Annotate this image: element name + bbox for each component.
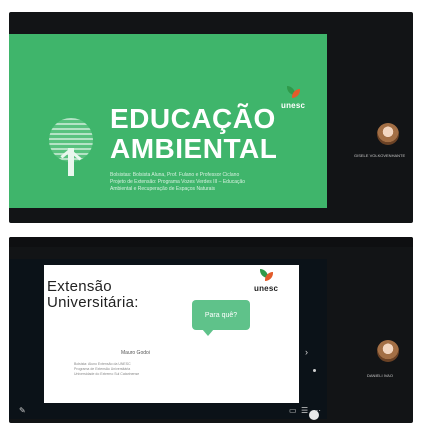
slide-subtitle: Bolsistas: Bolsista Aluna, Prof. Fulano … xyxy=(110,172,310,193)
participant-name: GISELE VOLKOVENHANTE xyxy=(354,153,406,158)
slide-title-line2: Universitária: xyxy=(47,294,139,311)
meeting-screenshot-top: EDUCAÇÃO AMBIENTAL Bolsistas: Bolsista A… xyxy=(9,12,413,223)
more-dot-icon[interactable] xyxy=(313,369,316,372)
participant-avatar[interactable] xyxy=(377,340,399,362)
participant-avatar[interactable] xyxy=(377,123,399,145)
pointer-icon[interactable]: ✎ xyxy=(19,406,26,415)
presenter-name: Mauro Godoi xyxy=(121,350,150,356)
subtitle-line: Bolsistas: Bolsista Aluna, Prof. Fulano … xyxy=(110,172,240,178)
captions-icon[interactable]: ☰ xyxy=(301,406,308,415)
unesc-logo: unesc xyxy=(254,269,278,293)
chevron-right-icon[interactable]: › xyxy=(305,347,308,357)
shared-slide-educacao-ambiental: EDUCAÇÃO AMBIENTAL Bolsistas: Bolsista A… xyxy=(9,34,327,208)
subtitle-line: Ambiental e Recuperação de Espaços Natur… xyxy=(110,186,216,192)
slide-title-line1: EDUCAÇÃO xyxy=(110,103,276,134)
slide-title: Extensão Universitária: xyxy=(47,279,139,311)
logo-text: unesc xyxy=(281,101,306,110)
speech-bubble: Para quê? xyxy=(192,300,250,336)
window-top-bar xyxy=(9,237,413,247)
slide-title-line2: AMBIENTAL xyxy=(110,133,278,164)
slide-title-line1: Extensão xyxy=(47,278,112,295)
present-icon[interactable]: ▭ xyxy=(289,406,297,415)
slide-title: EDUCAÇÃO AMBIENTAL xyxy=(110,104,277,164)
leaf-logo-icon xyxy=(285,86,301,100)
round-action-button[interactable] xyxy=(309,410,319,420)
slide-footer: Bolsista: Aluno Extensão da UNESC Progra… xyxy=(74,362,264,377)
meeting-screenshot-bottom: Extensão Universitária: Para quê? unesc … xyxy=(9,237,413,423)
subtitle-line: Projeto de Extensão: Programa Vozes Verd… xyxy=(110,179,246,185)
unesc-logo: unesc xyxy=(281,86,305,110)
leaf-logo-icon xyxy=(258,269,274,283)
bubble-text: Para quê? xyxy=(204,311,238,319)
shared-slide-extensao: Extensão Universitária: Para quê? unesc … xyxy=(44,265,299,403)
footer-line: Universidade do Extremo Sul Catarinense xyxy=(74,372,140,376)
participant-name: DANIELI IVAO xyxy=(367,373,393,378)
logo-text: unesc xyxy=(254,284,279,293)
tree-icon xyxy=(49,118,93,176)
presentation-toolbar: ✎ ▭ ☰ ⋯ xyxy=(9,403,327,419)
